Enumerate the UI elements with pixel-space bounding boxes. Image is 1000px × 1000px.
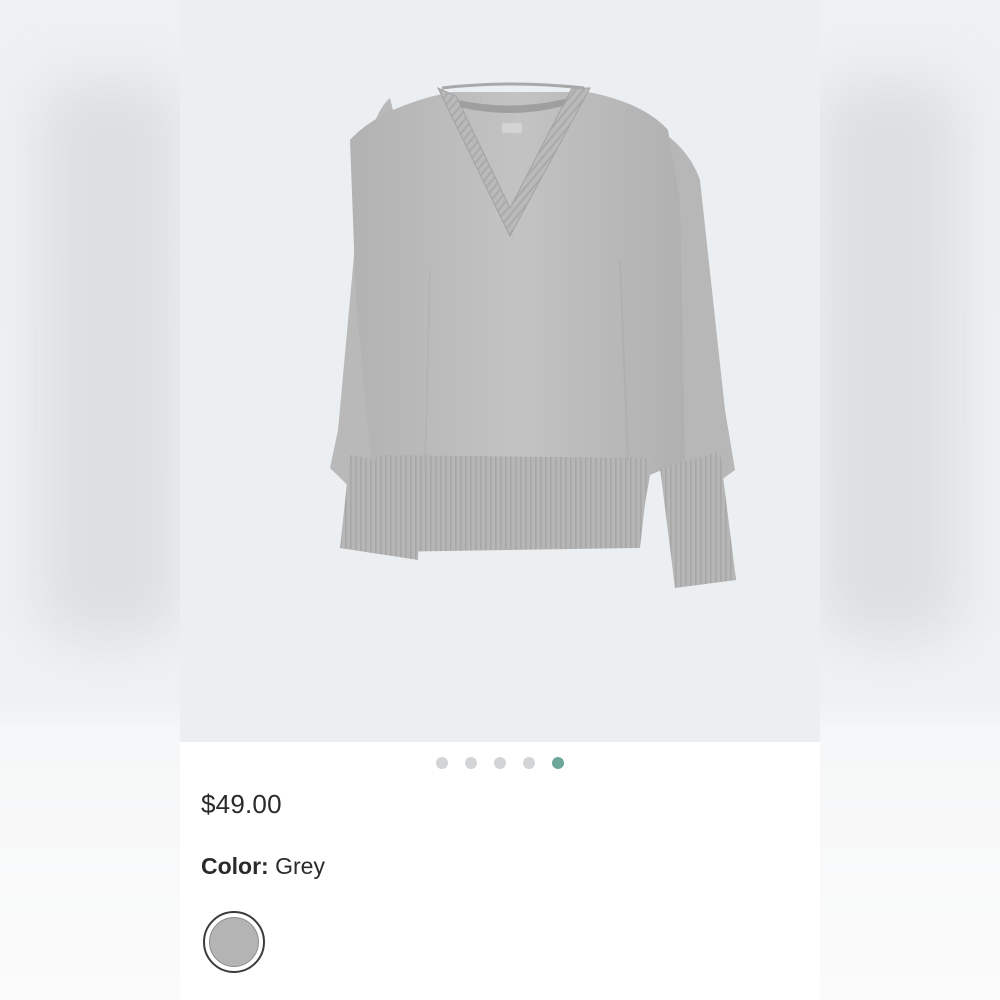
blurred-backdrop-right <box>820 0 1000 1000</box>
product-image <box>330 82 736 588</box>
carousel-dot-1[interactable] <box>436 757 448 769</box>
carousel-dot-3[interactable] <box>494 757 506 769</box>
carousel-pagination <box>180 757 820 771</box>
product-price: $49.00 <box>201 789 282 819</box>
color-label: Color: <box>201 853 269 879</box>
hem-rib <box>376 455 650 552</box>
swatch-fill <box>209 917 259 967</box>
color-value: Grey <box>275 853 325 879</box>
color-selection-label: Color: Grey <box>201 853 325 880</box>
color-swatch-grey[interactable] <box>203 911 265 973</box>
product-screen: $49.00 Color: Grey <box>180 0 820 1000</box>
carousel-dot-5[interactable] <box>552 757 564 769</box>
carousel-dot-2[interactable] <box>465 757 477 769</box>
product-image-carousel[interactable] <box>180 0 820 742</box>
blurred-backdrop-left <box>0 0 180 1000</box>
carousel-dot-4[interactable] <box>523 757 535 769</box>
